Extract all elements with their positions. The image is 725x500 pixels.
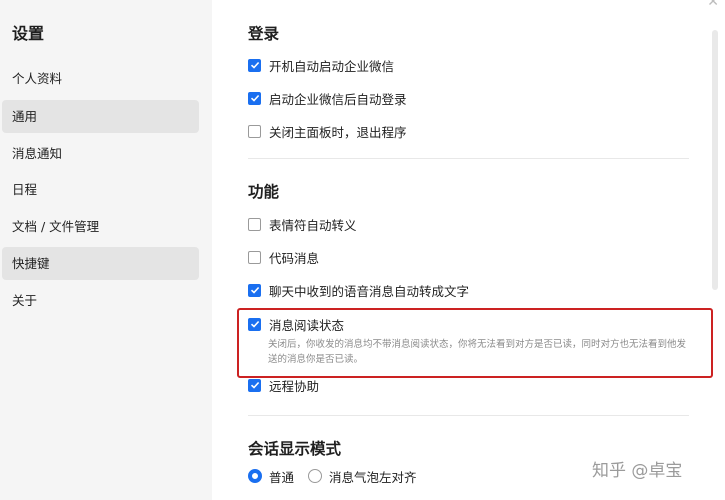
sidebar-item-files[interactable]: 文档 / 文件管理 (2, 210, 199, 243)
close-icon[interactable]: ✕ (707, 0, 719, 10)
sidebar-item-about[interactable]: 关于 (2, 284, 199, 317)
section-title-login: 登录 (248, 25, 280, 43)
checkbox-label: 开机自动启动企业微信 (269, 58, 395, 74)
divider (248, 158, 689, 159)
settings-title: 设置 (12, 24, 45, 43)
checkbox-unchecked-icon[interactable] (248, 250, 261, 264)
checkbox-label: 关闭主面板时，退出程序 (269, 124, 407, 140)
checkbox-label: 远程协助 (269, 378, 320, 394)
checkbox-checked-icon[interactable] (248, 283, 261, 297)
checkbox-quit-on-close[interactable]: 关闭主面板时，退出程序 (248, 121, 407, 141)
checkbox-checked-icon[interactable] (248, 317, 261, 331)
radio-label: 消息气泡左对齐 (329, 469, 417, 485)
checkbox-read-status[interactable]: 消息阅读状态 (248, 314, 344, 334)
checkbox-checked-icon[interactable] (248, 58, 261, 72)
sidebar-item-calendar[interactable]: 日程 (2, 173, 199, 206)
scrollbar[interactable] (712, 30, 718, 290)
checkbox-emoji-escape[interactable]: 表情符自动转义 (248, 214, 357, 234)
checkbox-auto-login[interactable]: 启动企业微信后自动登录 (248, 88, 407, 108)
checkbox-code-message[interactable]: 代码消息 (248, 247, 319, 267)
divider (248, 415, 689, 416)
checkbox-label: 代码消息 (269, 250, 320, 266)
radio-normal[interactable]: 普通 (248, 466, 294, 486)
radio-unselected-icon[interactable] (308, 469, 322, 483)
read-status-description: 关闭后，你收发的消息均不带消息阅读状态，你将无法看到对方是否已读，同时对方也无法… (268, 339, 687, 365)
checkbox-label: 消息阅读状态 (269, 317, 345, 333)
sidebar-item-shortcuts[interactable]: 快捷键 (2, 247, 199, 280)
checkbox-label: 启动企业微信后自动登录 (269, 91, 407, 107)
checkbox-voice-to-text[interactable]: 聊天中收到的语音消息自动转成文字 (248, 280, 469, 300)
checkbox-checked-icon[interactable] (248, 91, 261, 105)
checkbox-unchecked-icon[interactable] (248, 124, 261, 138)
checkbox-unchecked-icon[interactable] (248, 217, 261, 231)
section-title-features: 功能 (248, 183, 280, 201)
checkbox-checked-icon[interactable] (248, 378, 261, 392)
watermark: 知乎 @卓宝 (592, 461, 683, 481)
radio-label: 普通 (269, 469, 295, 485)
checkbox-label: 表情符自动转义 (269, 217, 357, 233)
checkbox-label: 聊天中收到的语音消息自动转成文字 (269, 283, 470, 299)
checkbox-auto-start[interactable]: 开机自动启动企业微信 (248, 55, 394, 75)
sidebar-item-profile[interactable]: 个人资料 (2, 62, 199, 95)
sidebar: 设置 个人资料 通用 消息通知 日程 文档 / 文件管理 快捷键 关于 (0, 0, 212, 500)
sidebar-item-general[interactable]: 通用 (2, 100, 199, 133)
checkbox-remote-assist[interactable]: 远程协助 (248, 375, 319, 395)
section-title-display-mode: 会话显示模式 (248, 440, 342, 458)
settings-panel: ✕ 登录 开机自动启动企业微信 启动企业微信后自动登录 关闭主面板时，退出程序 … (212, 0, 725, 500)
radio-bubble-left[interactable]: 消息气泡左对齐 (308, 466, 417, 486)
radio-selected-icon[interactable] (248, 469, 262, 483)
sidebar-item-notifications[interactable]: 消息通知 (2, 137, 199, 170)
